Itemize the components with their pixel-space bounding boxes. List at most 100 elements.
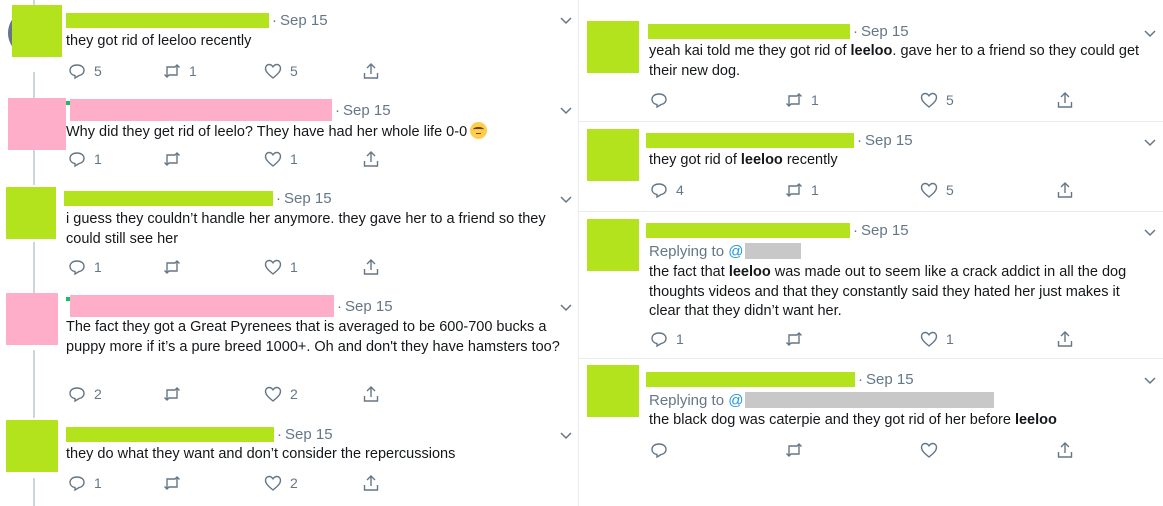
retweet-button[interactable] xyxy=(163,149,189,169)
like-button[interactable]: 2 xyxy=(264,473,298,493)
heart-icon xyxy=(264,151,282,167)
tweet[interactable]: · Sep 15 i guess they couldn’t handle he… xyxy=(0,185,578,285)
reply-button[interactable] xyxy=(650,440,676,460)
heart-icon xyxy=(920,92,938,108)
tweet-text: they got rid of leeloo recently xyxy=(66,33,252,49)
tweet-date[interactable]: Sep 15 xyxy=(866,371,914,388)
tweet[interactable]: · Sep 15 Replying to @ the black dog was… xyxy=(578,359,1163,506)
share-button[interactable] xyxy=(362,61,380,81)
left-thread-column: · Sep 15 they got rid of leeloo recently… xyxy=(0,0,578,506)
retweet-button[interactable] xyxy=(163,257,189,277)
tweet-header: · Sep 15 xyxy=(66,295,393,317)
avatar[interactable] xyxy=(6,293,58,345)
like-button[interactable]: 2 xyxy=(264,384,298,404)
avatar[interactable] xyxy=(587,129,639,181)
reply-icon xyxy=(69,64,85,80)
avatar[interactable] xyxy=(587,219,639,271)
tweet-date[interactable]: Sep 15 xyxy=(865,132,913,149)
chevron-down-icon[interactable] xyxy=(1143,225,1157,239)
mentioned-handle[interactable]: @ xyxy=(728,392,743,409)
reply-icon xyxy=(69,152,85,168)
like-button[interactable]: 5 xyxy=(264,61,298,81)
tweet-actions: 1 5 xyxy=(578,90,1163,110)
like-button[interactable]: 1 xyxy=(920,329,954,349)
share-button[interactable] xyxy=(362,149,380,169)
reply-button[interactable]: 4 xyxy=(650,180,684,200)
separator-dot: · xyxy=(858,370,863,388)
retweet-icon xyxy=(786,332,802,346)
share-button[interactable] xyxy=(362,257,380,277)
tweet[interactable]: · Sep 15 they do what they want and don’… xyxy=(0,418,578,506)
like-button[interactable]: 5 xyxy=(920,90,954,110)
tweet-date[interactable]: Sep 15 xyxy=(861,222,909,239)
share-icon xyxy=(363,475,379,491)
tweet[interactable]: · Sep 15 they got rid of leeloo recently… xyxy=(578,122,1163,211)
tweet[interactable]: · Sep 15 yeah kai told me they got rid o… xyxy=(578,0,1163,121)
tweet[interactable]: · Sep 15 they got rid of leeloo recently… xyxy=(0,0,578,88)
chevron-down-icon[interactable] xyxy=(1143,26,1157,40)
tweet[interactable]: · Sep 15 The fact they got a Great Pyren… xyxy=(0,293,578,411)
share-button[interactable] xyxy=(1056,180,1074,200)
tweet-actions: 1 1 xyxy=(0,257,578,277)
tweet-text: the black dog was caterpie and they got … xyxy=(649,412,1057,428)
reply-button[interactable] xyxy=(650,90,676,110)
retweet-button[interactable] xyxy=(785,329,811,349)
tweet-header: · Sep 15 xyxy=(646,131,913,149)
tweet-date[interactable]: Sep 15 xyxy=(345,298,393,315)
reply-button[interactable]: 1 xyxy=(68,149,102,169)
share-icon xyxy=(1057,331,1073,347)
reply-button[interactable]: 1 xyxy=(68,257,102,277)
like-count: 5 xyxy=(290,63,298,79)
chevron-down-icon[interactable] xyxy=(559,192,573,206)
retweet-button[interactable]: 1 xyxy=(785,180,819,200)
share-button[interactable] xyxy=(362,384,380,404)
redacted-username xyxy=(66,12,269,28)
chevron-down-icon[interactable] xyxy=(559,13,573,27)
chevron-down-icon[interactable] xyxy=(559,103,573,117)
tweet[interactable]: · Sep 15 Replying to @ the fact that lee… xyxy=(578,212,1163,358)
tweet[interactable]: · Sep 15 Why did they get rid of leelo? … xyxy=(0,96,578,182)
retweet-icon xyxy=(164,476,180,490)
retweet-button[interactable] xyxy=(785,440,811,460)
reply-button[interactable]: 5 xyxy=(68,61,102,81)
heart-icon xyxy=(920,331,938,347)
mentioned-handle[interactable]: @ xyxy=(728,243,743,260)
chevron-down-icon[interactable] xyxy=(1143,373,1157,387)
reply-button[interactable]: 2 xyxy=(68,384,102,404)
chevron-down-icon[interactable] xyxy=(1143,135,1157,149)
retweet-button[interactable] xyxy=(163,473,189,493)
chevron-down-icon[interactable] xyxy=(559,300,573,314)
tweet-date[interactable]: Sep 15 xyxy=(284,190,332,207)
tweet-actions: 5 1 5 xyxy=(0,61,578,81)
like-button[interactable]: 1 xyxy=(264,257,298,277)
avatar[interactable] xyxy=(6,187,56,239)
avatar[interactable] xyxy=(8,98,66,150)
like-button[interactable] xyxy=(920,440,946,460)
reply-button[interactable]: 1 xyxy=(68,473,102,493)
reply-button[interactable]: 1 xyxy=(650,329,684,349)
tweet-text: The fact they got a Great Pyrenees that … xyxy=(66,319,560,355)
replying-to-line: Replying to @ xyxy=(649,242,802,260)
retweet-button[interactable] xyxy=(163,384,189,404)
like-button[interactable]: 5 xyxy=(920,180,954,200)
avatar[interactable] xyxy=(8,5,62,57)
separator-dot: · xyxy=(853,22,858,40)
share-button[interactable] xyxy=(1056,90,1074,110)
like-count: 1 xyxy=(946,331,954,347)
avatar[interactable] xyxy=(6,420,58,472)
retweet-button[interactable]: 1 xyxy=(163,61,197,81)
avatar[interactable] xyxy=(587,365,639,417)
share-button[interactable] xyxy=(362,473,380,493)
like-button[interactable]: 1 xyxy=(264,149,298,169)
chevron-down-icon[interactable] xyxy=(559,428,573,442)
reply-icon xyxy=(69,476,85,492)
tweet-date[interactable]: Sep 15 xyxy=(861,23,909,40)
share-button[interactable] xyxy=(1056,440,1074,460)
reply-icon xyxy=(651,183,667,199)
share-button[interactable] xyxy=(1056,329,1074,349)
tweet-date[interactable]: Sep 15 xyxy=(285,426,333,443)
retweet-button[interactable]: 1 xyxy=(785,90,819,110)
tweet-date[interactable]: Sep 15 xyxy=(280,12,328,29)
tweet-date[interactable]: Sep 15 xyxy=(343,102,391,119)
avatar[interactable] xyxy=(587,21,639,73)
